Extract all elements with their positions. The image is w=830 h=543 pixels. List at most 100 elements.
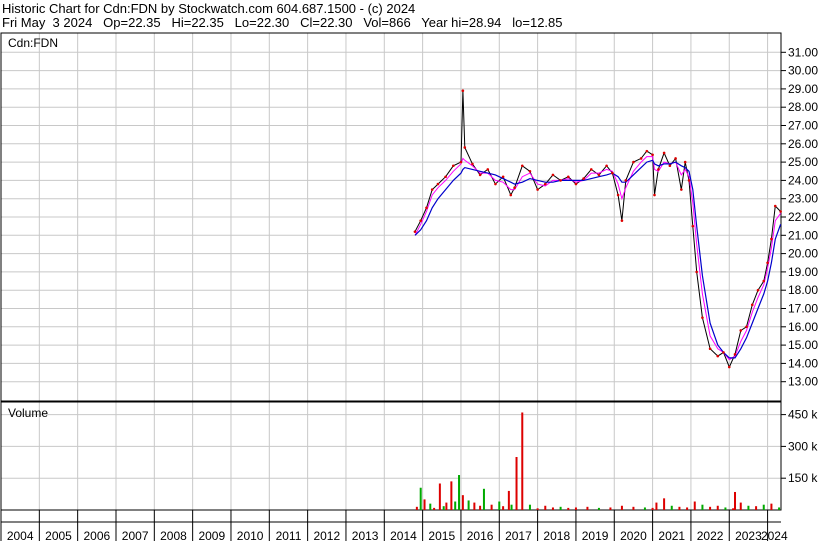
price-point — [536, 188, 539, 191]
price-point — [733, 352, 737, 356]
volume-bar — [655, 502, 658, 510]
price-point — [513, 186, 516, 190]
volume-y-ticks: 450 k 300 k 150 k — [781, 408, 818, 485]
volume-panel-title: Volume — [8, 406, 48, 420]
volume-tick-label: 450 k — [788, 408, 818, 422]
volume-bar — [461, 495, 464, 510]
volume-bar — [445, 502, 448, 510]
price-tick-label: 26.00 — [788, 137, 818, 151]
price-point — [716, 354, 720, 358]
price-point — [695, 270, 698, 274]
volume-bar — [663, 498, 666, 510]
price-tick-label: 23.00 — [788, 192, 818, 206]
volume-bar — [762, 504, 765, 510]
price-point — [430, 188, 434, 191]
price-point — [574, 182, 578, 186]
volume-bar — [515, 457, 518, 510]
price-point — [620, 219, 624, 222]
price-point — [762, 279, 766, 283]
volume-bar — [574, 507, 577, 510]
volume-bar — [732, 508, 735, 510]
volume-bar — [686, 507, 689, 510]
volume-bar — [467, 500, 470, 510]
price-point — [651, 153, 654, 157]
volume-bar — [507, 490, 510, 510]
volume-bar — [586, 506, 589, 510]
price-point — [722, 351, 725, 354]
volume-bar — [609, 507, 612, 510]
price-point — [551, 173, 555, 177]
volume-bar — [528, 504, 531, 510]
price-tick-label: 22.00 — [788, 210, 818, 224]
price-point — [745, 325, 748, 329]
volume-bar — [734, 491, 737, 510]
price-tick-label: 25.00 — [788, 155, 818, 169]
year-label: 2007 — [122, 529, 149, 543]
price-point — [486, 168, 490, 171]
price-point — [739, 329, 743, 332]
year-label: 2011 — [276, 529, 302, 543]
year-label: 2024 — [761, 529, 788, 543]
volume-bar — [597, 507, 600, 510]
volume-panel-frame — [0, 401, 782, 511]
price-tick-label: 13.00 — [788, 375, 818, 389]
price-tick-label: 28.00 — [788, 100, 818, 114]
price-point — [471, 162, 474, 166]
price-point — [459, 160, 463, 164]
price-point — [582, 177, 585, 180]
volume-bar — [670, 505, 673, 510]
price-tick-label: 14.00 — [788, 356, 818, 370]
volume-bar — [490, 504, 493, 510]
price-point — [413, 230, 417, 233]
volume-bar — [423, 499, 426, 510]
price-point — [611, 171, 614, 175]
price-point — [773, 204, 777, 208]
volume-bar — [536, 508, 539, 510]
volume-bar — [544, 505, 547, 510]
volume-bar — [651, 507, 654, 510]
volume-tick-label: 300 k — [788, 439, 818, 453]
volume-tick-label: 150 k — [788, 471, 818, 485]
price-tick-label: 24.00 — [788, 173, 818, 187]
price-point — [501, 175, 505, 179]
year-label: 2010 — [237, 529, 264, 543]
price-y-ticks: 31.00 30.00 29.00 28.00 27.00 26.00 25.00 24.00… — [781, 45, 818, 389]
price-point — [624, 179, 628, 182]
volume-bar — [559, 506, 562, 510]
price-point — [605, 164, 608, 168]
long-moving-average-line — [414, 159, 782, 359]
price-tick-label: 17.00 — [788, 302, 818, 316]
price-point — [520, 164, 524, 168]
price-point — [436, 182, 440, 186]
price-line — [414, 90, 781, 369]
volume-bar — [458, 475, 461, 510]
volume-bar — [716, 505, 719, 510]
volume-bar — [620, 505, 623, 510]
year-label: 2017 — [505, 529, 532, 543]
short-moving-average-line — [414, 156, 782, 361]
volume-bar — [419, 487, 422, 510]
price-point — [674, 157, 677, 160]
volume-bar — [442, 506, 445, 510]
price-point — [597, 173, 601, 177]
volume-bar — [438, 483, 441, 510]
year-label: 2018 — [543, 529, 570, 543]
price-tick-label: 18.00 — [788, 283, 818, 297]
price-tick-label: 30.00 — [788, 64, 818, 78]
price-panel-title: Cdn:FDN — [8, 36, 58, 50]
price-point — [419, 219, 423, 222]
price-point — [444, 175, 447, 179]
price-tick-label: 29.00 — [788, 82, 818, 96]
volume-bar — [643, 507, 646, 510]
price-point — [528, 169, 532, 173]
volume-bar — [551, 507, 554, 510]
stock-chart: Cdn:FDN Volume 31.00 30.00 29.00 28.00 27.00… — [0, 32, 818, 543]
year-label: 2019 — [582, 529, 609, 543]
volume-bar — [693, 501, 696, 510]
year-axis: 2004 2005 2006 2007 2008 2009 2010 2011 2012 2013… — [0, 510, 788, 543]
price-point — [708, 347, 712, 351]
price-point — [639, 157, 643, 160]
volume-bar — [739, 502, 742, 510]
price-point — [463, 146, 467, 149]
year-label: 2008 — [160, 529, 187, 543]
